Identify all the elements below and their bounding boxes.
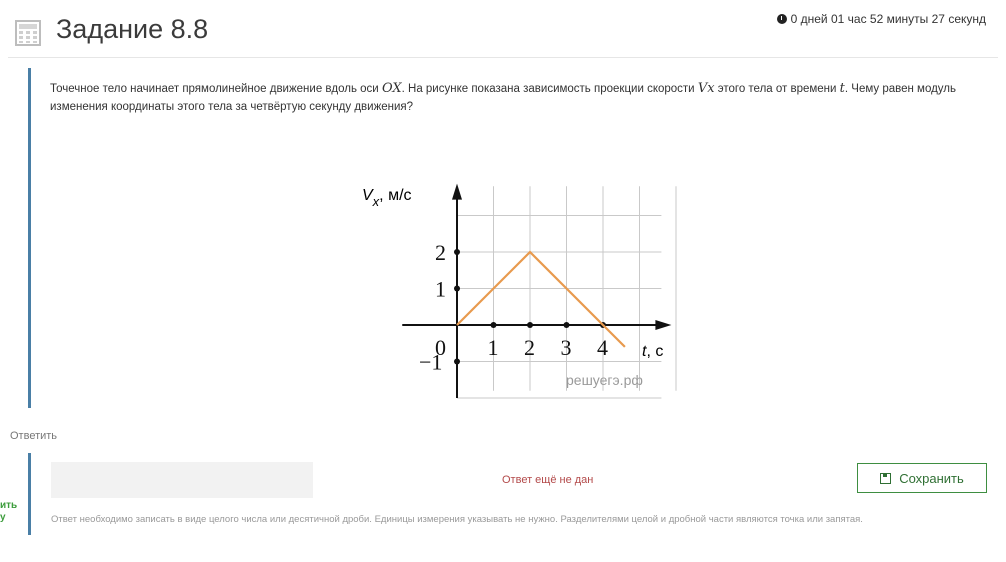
answer-status: Ответ ещё не дан — [502, 474, 594, 486]
answer-accent-bar — [28, 453, 31, 535]
x-tick-dot — [490, 322, 497, 328]
answer-input[interactable] — [51, 462, 313, 498]
save-button[interactable]: Сохранить — [857, 463, 987, 493]
answer-hint: Ответ необходимо записать в виде целого … — [51, 514, 863, 525]
x-tick-dot — [527, 322, 533, 328]
answer-section-label: Ответить — [10, 430, 58, 442]
y-tick-label: 2 — [435, 240, 446, 265]
clock-icon — [776, 14, 787, 24]
velocity-time-graph: решуегэ.рф 0 1234 21−1 Vx, м/с t, с — [362, 183, 677, 399]
question-part: этого тела от времени — [714, 83, 840, 95]
y-axis-label: Vx, м/с — [362, 187, 412, 209]
y-axis-arrow — [452, 183, 462, 200]
x-axis-unit: , с — [646, 343, 663, 360]
y-tick-label: 1 — [435, 277, 446, 302]
calculator-icon — [15, 20, 41, 46]
timer-text: 0 дней 01 час 52 минуты 27 секунд — [790, 12, 986, 26]
question-text: Точечное тело начинает прямолинейное дви… — [50, 80, 1000, 116]
x-tick-label: 4 — [597, 335, 608, 360]
timer: 0 дней 01 час 52 минуты 27 секунд — [776, 12, 986, 26]
floppy-disk-icon — [880, 472, 892, 484]
x-axis-label: t, с — [642, 343, 663, 360]
x-tick-label: 1 — [488, 335, 499, 360]
y-tick-dot — [454, 358, 460, 365]
question-part: . На рисунке показана зависимость проекц… — [401, 83, 698, 95]
question-part: Точечное тело начинает прямолинейное дви… — [50, 83, 382, 95]
axis-name: OX — [381, 81, 402, 96]
x-tick-dot — [563, 322, 570, 328]
task-accent-bar — [28, 68, 31, 408]
watermark: решуегэ.рф — [566, 372, 643, 388]
side-link-line: ить — [0, 500, 18, 511]
page-title: Задание 8.8 — [56, 14, 209, 44]
y-tick-dot — [454, 285, 460, 292]
y-axis-unit: , м/с — [379, 187, 411, 204]
save-button-label: Сохранить — [899, 470, 964, 486]
velocity-symbol: Vx — [697, 81, 715, 96]
y-tick-dot — [454, 249, 460, 255]
y-tick-label: −1 — [419, 350, 442, 375]
velocity-line — [456, 250, 626, 348]
x-axis-arrow — [655, 320, 672, 330]
side-link[interactable]: ить у — [0, 500, 17, 524]
header-divider — [8, 57, 998, 58]
x-tick-label: 3 — [561, 335, 572, 360]
x-tick-label: 2 — [524, 335, 535, 360]
side-link-line: у — [0, 512, 6, 523]
